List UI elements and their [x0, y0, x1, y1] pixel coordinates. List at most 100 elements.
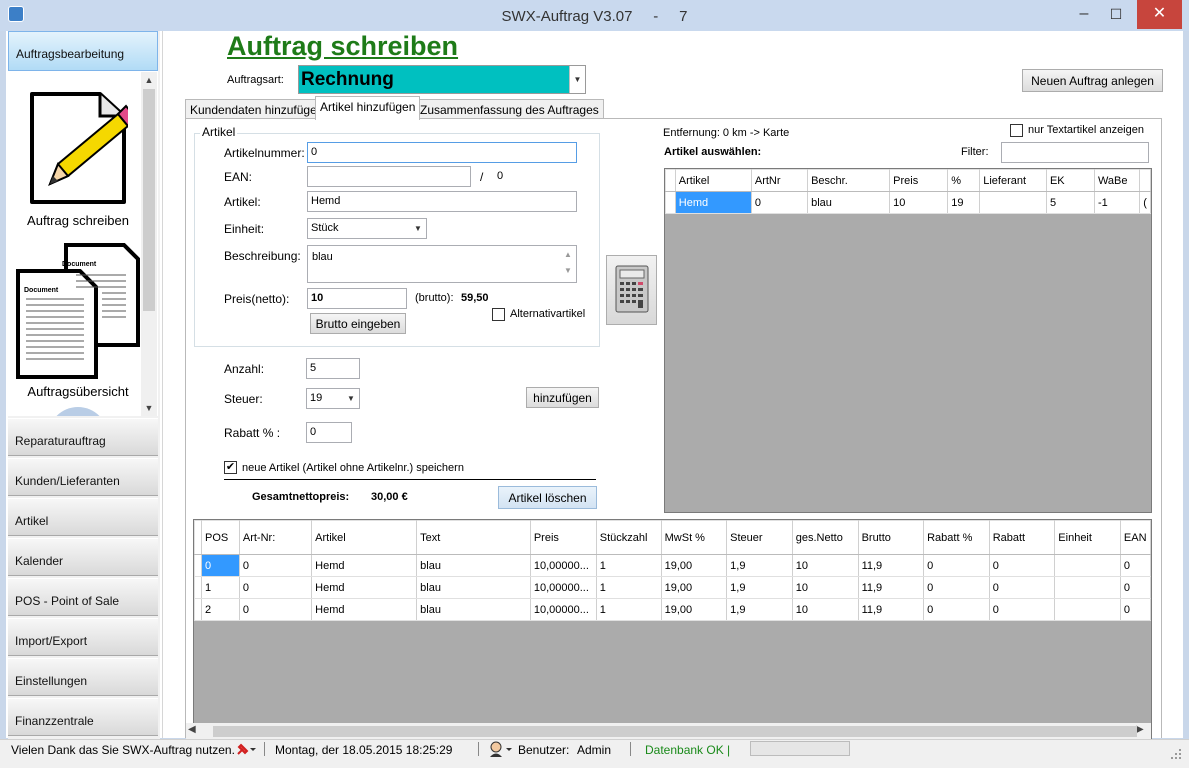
table-cell[interactable]: blau [416, 576, 531, 599]
table-cell[interactable]: 0 [1119, 554, 1151, 577]
sidebar-item-artikel[interactable]: Artikel [8, 498, 158, 536]
column-header[interactable]: Artikel [674, 169, 752, 192]
column-header[interactable]: Einheit [1054, 520, 1121, 555]
tab-artikel[interactable]: Artikel hinzufügen [315, 96, 421, 120]
user-icon[interactable] [488, 741, 514, 757]
tab-kundendaten[interactable]: Kundendaten hinzufügen [185, 99, 329, 119]
scroll-left-icon[interactable]: ◀ [188, 724, 202, 739]
sidebar-item-kunden[interactable]: Kunden/Lieferanten [8, 458, 158, 496]
ean-input[interactable] [307, 166, 471, 187]
table-cell[interactable]: 0 [750, 191, 809, 214]
table-cell[interactable]: 10 [889, 191, 949, 214]
preis-input[interactable]: 10 [307, 288, 407, 309]
table-cell[interactable]: Hemd [311, 598, 418, 621]
table-cell[interactable]: 0 [1119, 598, 1151, 621]
column-header[interactable]: WaBe [1093, 169, 1141, 192]
scroll-up-icon[interactable]: ▲ [141, 72, 157, 88]
filter-input[interactable] [1001, 142, 1149, 163]
column-header[interactable]: Artikel [311, 520, 418, 555]
table-cell[interactable]: 0 [1119, 576, 1151, 599]
sidebar-item-auftragsbearbeitung[interactable]: Auftragsbearbeitung [8, 31, 158, 71]
minimize-button[interactable]: – [1069, 0, 1099, 28]
column-header[interactable]: Beschr. [807, 169, 891, 192]
table-cell[interactable]: Hemd [311, 576, 418, 599]
table-cell[interactable]: 11,9 [857, 598, 925, 621]
horizontal-scroll-thumb[interactable] [213, 726, 1137, 737]
chevron-down-icon[interactable]: ▼ [569, 66, 585, 93]
sidebar-panel-item-label[interactable]: Auftragsübersicht [8, 384, 148, 399]
add-button[interactable]: hinzufügen [526, 387, 599, 408]
delete-article-button[interactable]: Artikel löschen [498, 486, 597, 509]
ordertype-select[interactable]: Rechnung ▼ [298, 65, 586, 94]
table-cell[interactable]: blau [807, 191, 891, 214]
column-header[interactable]: Rabatt [988, 520, 1056, 555]
rabatt-input[interactable]: 0 [306, 422, 352, 443]
table-cell[interactable]: -1 [1093, 191, 1141, 214]
table-cell[interactable] [979, 191, 1047, 214]
beschreibung-textarea[interactable]: blau [307, 245, 577, 283]
table-cell[interactable]: Hemd [674, 191, 752, 214]
column-header[interactable]: Rabatt % [923, 520, 990, 555]
table-cell[interactable]: ( [1139, 191, 1151, 214]
table-row[interactable]: Hemd 0 blau 10 19 5 -1( [665, 191, 1151, 214]
column-header[interactable]: ges.Netto [791, 520, 859, 555]
table-cell[interactable]: 10 [791, 554, 859, 577]
sidebar-panel-item-label[interactable]: Auftrag schreiben [8, 213, 148, 228]
scroll-right-icon[interactable]: ▶ [1136, 724, 1150, 739]
table-cell[interactable]: 10,00000... [529, 554, 597, 577]
sidebar-item-finanzzentrale[interactable]: Finanzzentrale [8, 698, 158, 736]
column-header[interactable]: Art-Nr: [238, 520, 313, 555]
column-header[interactable]: Stückzahl [595, 520, 662, 555]
column-header[interactable]: % [947, 169, 981, 192]
maximize-button[interactable]: ☐ [1101, 0, 1131, 28]
table-cell[interactable]: 10,00000... [529, 576, 597, 599]
table-row[interactable]: 0 0 Hemd blau 10,00000... 1 19,00 1,9 10 11,9 0 0 0 [194, 554, 1151, 577]
table-cell[interactable]: 0 [238, 598, 313, 621]
scroll-down-icon[interactable]: ▼ [141, 400, 157, 416]
table-cell[interactable]: 1 [595, 598, 662, 621]
chevron-down-icon[interactable]: ▼ [343, 389, 359, 408]
table-cell[interactable] [1054, 576, 1121, 599]
table-cell[interactable]: 11,9 [857, 576, 925, 599]
table-cell[interactable]: 1 [595, 576, 662, 599]
table-cell[interactable]: 2 [201, 598, 240, 621]
column-header[interactable]: Brutto [857, 520, 925, 555]
einheit-select[interactable]: Stück ▼ [307, 218, 427, 239]
table-cell[interactable]: 0 [238, 554, 313, 577]
table-row[interactable]: 2 0 Hemd blau 10,00000... 1 19,00 1,9 10 11,9 0 0 0 [194, 598, 1151, 621]
table-cell[interactable]: blau [416, 598, 531, 621]
table-cell[interactable]: 0 [988, 576, 1056, 599]
anzahl-input[interactable]: 5 [306, 358, 360, 379]
table-cell[interactable]: 19 [947, 191, 981, 214]
table-cell[interactable]: 19,00 [660, 576, 728, 599]
pencil-document-icon[interactable] [28, 88, 128, 208]
article-grid[interactable]: Artikel ArtNr Beschr. Preis% Lieferant EK WaBe… [664, 168, 1152, 513]
chevron-down-icon[interactable]: ▼ [410, 219, 426, 238]
brutto-button[interactable]: Brutto eingeben [310, 313, 406, 334]
distance-label[interactable]: Entfernung: 0 km -> Karte [663, 127, 789, 139]
table-cell[interactable]: 10,00000... [529, 598, 597, 621]
sidebar-scroll-thumb[interactable] [143, 89, 155, 311]
table-row[interactable]: 1 0 Hemd blau 10,00000... 1 19,00 1,9 10 11,9 0 0 0 [194, 576, 1151, 599]
table-cell[interactable]: blau [416, 554, 531, 577]
steuer-select[interactable]: 19 ▼ [306, 388, 360, 409]
table-cell[interactable]: 19,00 [660, 554, 728, 577]
table-cell[interactable]: 0 [988, 598, 1056, 621]
table-cell[interactable]: 0 [238, 576, 313, 599]
close-button[interactable]: ✕ [1137, 0, 1182, 29]
artikel-input[interactable]: Hemd [307, 191, 577, 212]
column-header[interactable]: ArtNr [750, 169, 809, 192]
table-cell[interactable] [1054, 554, 1121, 577]
save-new-checkbox[interactable]: ✔ [224, 461, 237, 474]
table-cell[interactable]: 10 [791, 598, 859, 621]
sidebar-item-einstellungen[interactable]: Einstellungen [8, 658, 158, 696]
sidebar-item-pos[interactable]: POS - Point of Sale [8, 578, 158, 616]
table-cell[interactable]: 0 [923, 554, 990, 577]
table-cell[interactable]: 1 [595, 554, 662, 577]
column-header[interactable] [1139, 169, 1151, 192]
table-cell[interactable]: 10 [791, 576, 859, 599]
table-cell[interactable]: 5 [1045, 191, 1095, 214]
column-header[interactable]: MwSt % [660, 520, 728, 555]
table-cell[interactable]: 0 [201, 554, 240, 577]
column-header[interactable]: POS [201, 520, 240, 555]
